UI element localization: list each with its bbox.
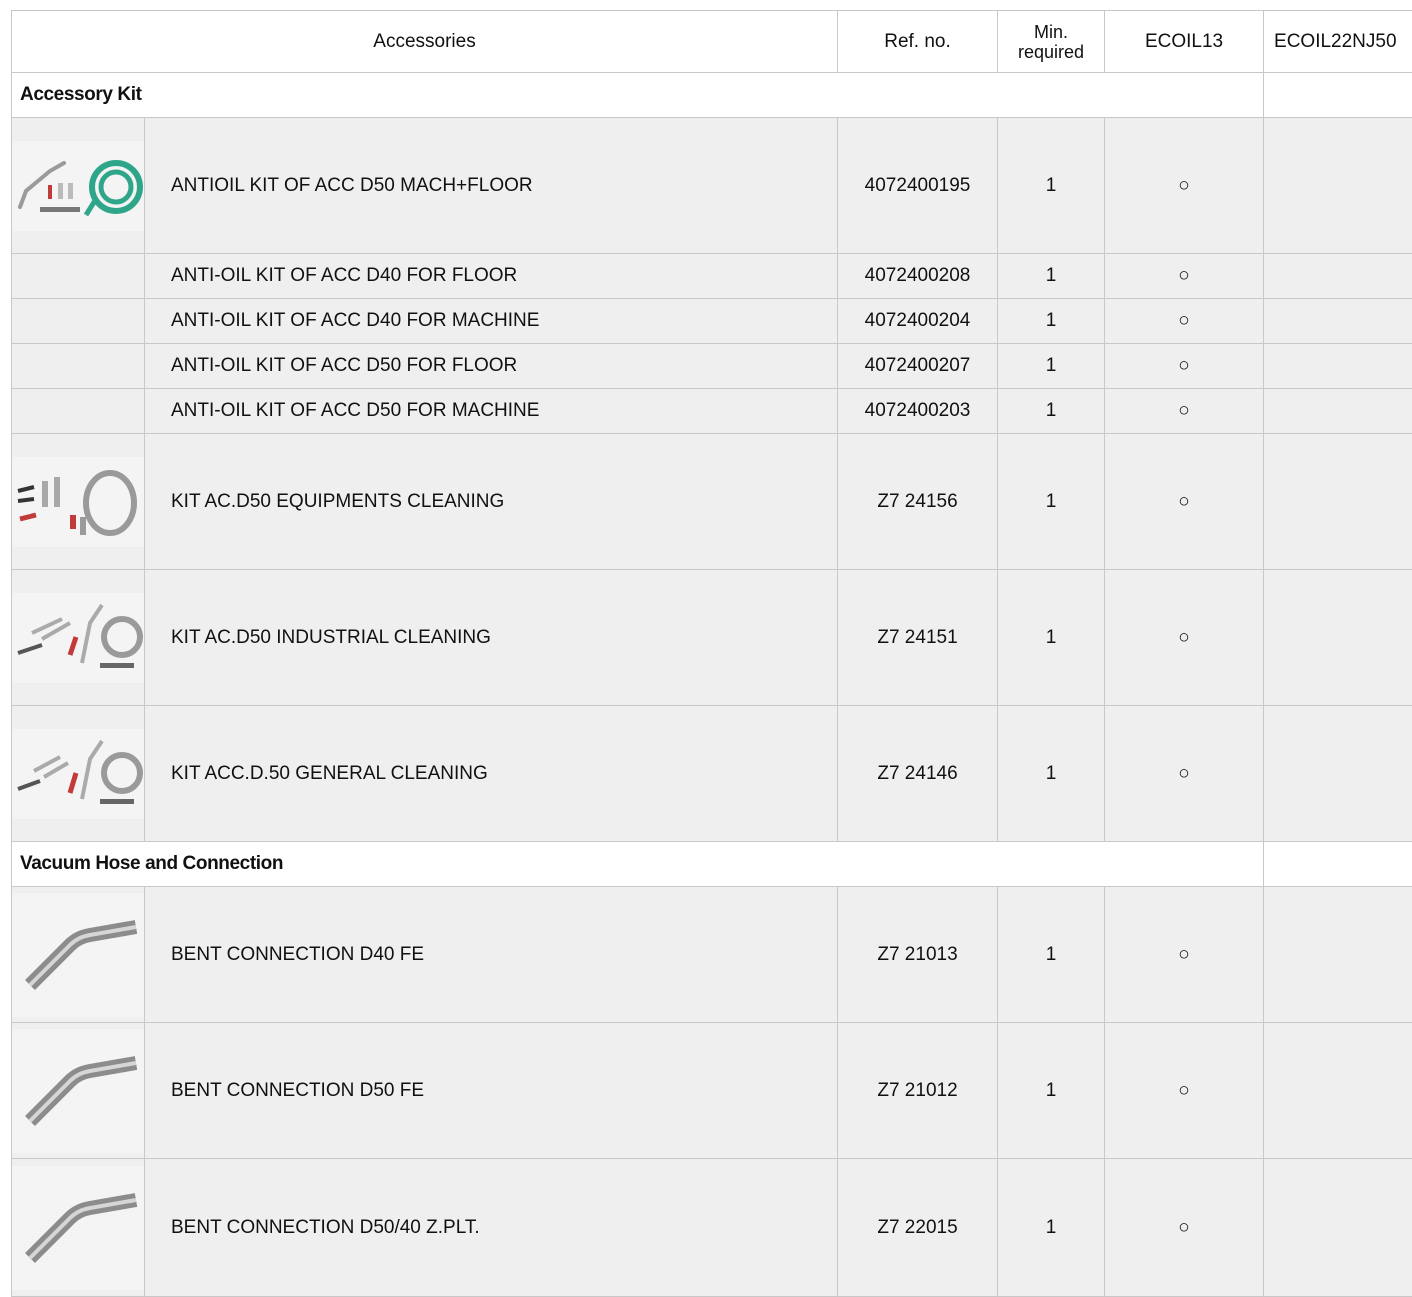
bent-connection-thumb (12, 893, 144, 1017)
item-ref-no: Z7 21013 (838, 887, 998, 1023)
header-accessories: Accessories (12, 11, 838, 73)
image-cell (12, 1159, 145, 1297)
table-row: KIT AC.D50 INDUSTRIAL CLEANING Z7 24151 … (12, 570, 1412, 706)
item-name: ANTI-OIL KIT OF ACC D50 FOR MACHINE (145, 389, 838, 434)
table-row: ANTI-OIL KIT OF ACC D40 FOR MACHINE 4072… (12, 299, 1412, 344)
item-availability-ecoil22nj50 (1264, 299, 1412, 344)
image-cell (12, 570, 145, 706)
section-empty-cell (1264, 842, 1412, 887)
item-min-required: 1 (998, 1159, 1105, 1297)
equipment-cleaning-kit-thumb (12, 457, 144, 547)
table-row: ANTIOIL KIT OF ACC D50 MACH+FLOOR 407240… (12, 118, 1412, 254)
item-name: KIT AC.D50 EQUIPMENTS CLEANING (145, 434, 838, 570)
table-header-row: Accessories Ref. no. Min. required ECOIL… (12, 11, 1412, 73)
item-availability-ecoil22nj50 (1264, 344, 1412, 389)
image-cell (12, 254, 145, 299)
industrial-cleaning-kit-thumb (12, 593, 144, 683)
table-row: ANTI-OIL KIT OF ACC D50 FOR MACHINE 4072… (12, 389, 1412, 434)
item-availability-ecoil22nj50 (1264, 570, 1412, 706)
accessories-table: Accessories Ref. no. Min. required ECOIL… (11, 10, 1412, 1297)
section-title: Vacuum Hose and Connection (12, 842, 1264, 887)
item-availability-ecoil22nj50 (1264, 118, 1412, 254)
item-name: BENT CONNECTION D40 FE (145, 887, 838, 1023)
item-name: KIT ACC.D.50 GENERAL CLEANING (145, 706, 838, 842)
item-availability-ecoil13: ○ (1105, 1159, 1264, 1297)
general-cleaning-kit-thumb (12, 729, 144, 819)
table-row: BENT CONNECTION D50/40 Z.PLT. Z7 22015 1… (12, 1159, 1412, 1297)
item-availability-ecoil13: ○ (1105, 299, 1264, 344)
item-min-required: 1 (998, 299, 1105, 344)
item-name: ANTIOIL KIT OF ACC D50 MACH+FLOOR (145, 118, 838, 254)
item-availability-ecoil22nj50 (1264, 1023, 1412, 1159)
item-min-required: 1 (998, 118, 1105, 254)
item-availability-ecoil22nj50 (1264, 389, 1412, 434)
table-row: KIT ACC.D.50 GENERAL CLEANING Z7 24146 1… (12, 706, 1412, 842)
item-name: ANTI-OIL KIT OF ACC D50 FOR FLOOR (145, 344, 838, 389)
item-name: KIT AC.D50 INDUSTRIAL CLEANING (145, 570, 838, 706)
item-availability-ecoil13: ○ (1105, 434, 1264, 570)
item-name: ANTI-OIL KIT OF ACC D40 FOR FLOOR (145, 254, 838, 299)
section-title: Accessory Kit (12, 73, 1264, 118)
image-cell (12, 389, 145, 434)
item-name: BENT CONNECTION D50/40 Z.PLT. (145, 1159, 838, 1297)
item-availability-ecoil22nj50 (1264, 706, 1412, 842)
item-ref-no: Z7 24146 (838, 706, 998, 842)
table-row: KIT AC.D50 EQUIPMENTS CLEANING Z7 24156 … (12, 434, 1412, 570)
item-min-required: 1 (998, 254, 1105, 299)
item-availability-ecoil13: ○ (1105, 389, 1264, 434)
item-ref-no: 4072400203 (838, 389, 998, 434)
image-cell (12, 434, 145, 570)
item-availability-ecoil13: ○ (1105, 254, 1264, 299)
image-cell (12, 1023, 145, 1159)
item-ref-no: 4072400208 (838, 254, 998, 299)
table-row: BENT CONNECTION D50 FE Z7 21012 1 ○ (12, 1023, 1412, 1159)
antioil-kit-thumb (12, 141, 144, 231)
item-ref-no: 4072400207 (838, 344, 998, 389)
header-ref-no: Ref. no. (838, 11, 998, 73)
item-availability-ecoil22nj50 (1264, 434, 1412, 570)
item-availability-ecoil22nj50 (1264, 254, 1412, 299)
item-min-required: 1 (998, 344, 1105, 389)
image-cell (12, 299, 145, 344)
item-name: BENT CONNECTION D50 FE (145, 1023, 838, 1159)
item-ref-no: Z7 24151 (838, 570, 998, 706)
header-min-required-label: Min. required (1010, 22, 1092, 62)
item-min-required: 1 (998, 389, 1105, 434)
section-row-vacuum-hose: Vacuum Hose and Connection (12, 842, 1412, 887)
image-cell (12, 706, 145, 842)
item-ref-no: 4072400195 (838, 118, 998, 254)
item-min-required: 1 (998, 887, 1105, 1023)
item-availability-ecoil13: ○ (1105, 887, 1264, 1023)
image-cell (12, 118, 145, 254)
item-min-required: 1 (998, 706, 1105, 842)
item-availability-ecoil22nj50 (1264, 887, 1412, 1023)
item-min-required: 1 (998, 434, 1105, 570)
header-model-ecoil22nj50: ECOIL22NJ50 (1264, 11, 1412, 73)
header-model-ecoil13: ECOIL13 (1105, 11, 1264, 73)
item-availability-ecoil13: ○ (1105, 570, 1264, 706)
item-availability-ecoil13: ○ (1105, 1023, 1264, 1159)
bent-connection-thumb (12, 1166, 144, 1290)
item-min-required: 1 (998, 1023, 1105, 1159)
item-ref-no: Z7 24156 (838, 434, 998, 570)
image-cell (12, 344, 145, 389)
item-availability-ecoil22nj50 (1264, 1159, 1412, 1297)
item-ref-no: Z7 21012 (838, 1023, 998, 1159)
image-cell (12, 887, 145, 1023)
section-row-accessory-kit: Accessory Kit (12, 73, 1412, 118)
table-row: ANTI-OIL KIT OF ACC D40 FOR FLOOR 407240… (12, 254, 1412, 299)
table-row: BENT CONNECTION D40 FE Z7 21013 1 ○ (12, 887, 1412, 1023)
table-row: ANTI-OIL KIT OF ACC D50 FOR FLOOR 407240… (12, 344, 1412, 389)
item-name: ANTI-OIL KIT OF ACC D40 FOR MACHINE (145, 299, 838, 344)
section-empty-cell (1264, 73, 1412, 118)
item-availability-ecoil13: ○ (1105, 706, 1264, 842)
header-min-required: Min. required (998, 11, 1105, 73)
item-availability-ecoil13: ○ (1105, 118, 1264, 254)
item-ref-no: Z7 22015 (838, 1159, 998, 1297)
item-ref-no: 4072400204 (838, 299, 998, 344)
item-availability-ecoil13: ○ (1105, 344, 1264, 389)
item-min-required: 1 (998, 570, 1105, 706)
bent-connection-thumb (12, 1029, 144, 1153)
